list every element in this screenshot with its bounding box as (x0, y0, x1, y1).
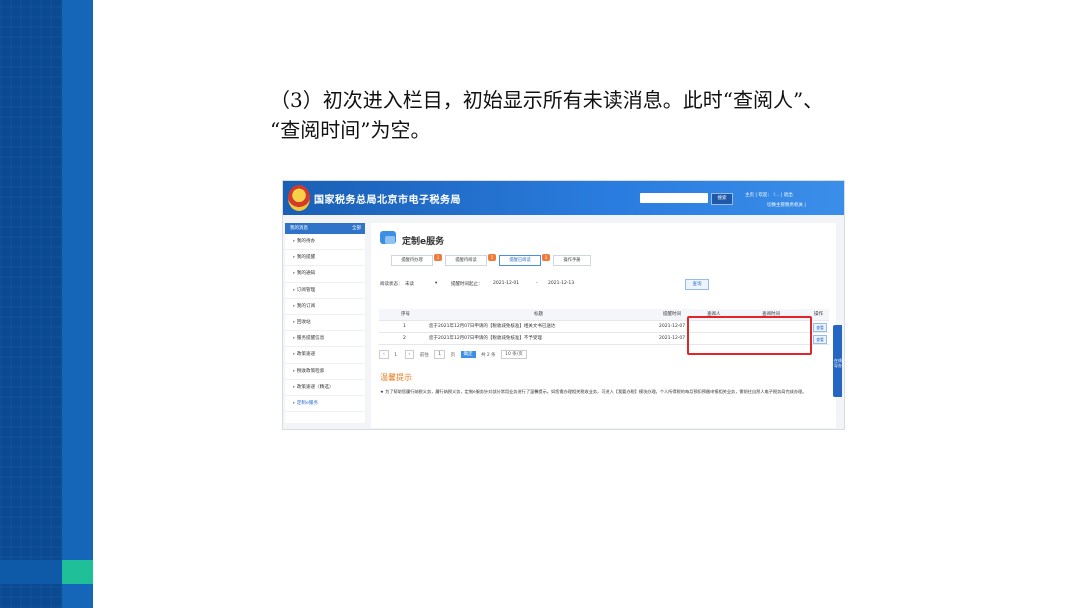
tips-text: ★ 为了帮助您履行纳税义务，履行纳税义务，定制e服务针对部分常用业务进行了温馨提… (380, 389, 807, 394)
goto-confirm-button[interactable]: 确定 (460, 351, 476, 358)
top-links[interactable]: 主页 | 欢迎： !... | 退出 (745, 192, 793, 198)
read-status-label: 阅读状态： (380, 282, 403, 287)
view-button[interactable]: 查看 (813, 323, 827, 332)
service-title: 定制e服务 (402, 237, 445, 247)
sidebar-item[interactable]: 我的通知 (285, 266, 365, 283)
current-page[interactable]: 1 (394, 353, 397, 358)
sidebar-item-active[interactable]: 定制e服务 (285, 396, 365, 413)
total-count: 共 2 条 (480, 353, 496, 358)
tab-manual[interactable]: 操作手册 (553, 255, 591, 266)
cell-title[interactable]: 您于2021年12月07日申请的【税收减免核准】不予受理 (429, 333, 654, 344)
highlight-box (687, 316, 812, 355)
cell-no: 2 (403, 336, 406, 341)
tax-emblem-icon (288, 185, 310, 211)
sidebar-header: 我的消息 全部 (285, 223, 365, 234)
app-screenshot: 国家税务总局北京市电子税务局 搜索 主页 | 欢迎： !... | 退出 切换主… (282, 180, 845, 430)
online-guide-label[interactable]: 在线导办 (834, 358, 842, 368)
date-from-input[interactable]: 2021-12-01 (493, 281, 519, 286)
query-button[interactable]: 查询 (685, 279, 709, 290)
sidebar-header-label: 我的消息 (290, 226, 308, 231)
headline-line-1: （3）初次进入栏目，初始显示所有未读消息。此时“查阅人”、 (270, 88, 824, 112)
tab-read[interactable]: 提醒已阅读 (499, 255, 541, 266)
sidebar-item[interactable]: 税收政策检索 (285, 364, 365, 380)
decor-band-light (62, 0, 93, 608)
tab-badge: 1 (542, 254, 550, 261)
date-range-label: 提醒时间起止： (451, 282, 483, 287)
sidebar-item[interactable]: 我的待办 (285, 234, 365, 251)
page-size-select[interactable]: 10 条/页 (501, 350, 527, 359)
goto-page-input[interactable]: 1 (434, 350, 446, 359)
date-separator: - (536, 281, 538, 286)
tab-badge: 1 (434, 254, 442, 261)
search-button[interactable]: 搜索 (711, 193, 733, 205)
tips-title: 温馨提示 (380, 373, 412, 382)
decor-band-pattern (0, 0, 62, 608)
site-title: 国家税务总局北京市电子税务局 (314, 195, 461, 206)
col-title: 标题 (534, 312, 543, 317)
cell-time: 2021-12-07 (659, 324, 686, 329)
col-no: 序号 (401, 312, 410, 317)
decor-accent-dark (0, 560, 62, 584)
tab-pending[interactable]: 提醒待办理 (391, 255, 433, 266)
chat-bubble-icon-inner (385, 236, 395, 244)
sidebar-item[interactable]: 回收站 (285, 315, 365, 332)
sidebar-item[interactable]: 政策速递 (285, 347, 365, 364)
cell-title[interactable]: 您于2021年12月07日申请的【税收减免核准】相关文书已送达 (429, 321, 654, 332)
goto-label: 前往 (419, 353, 429, 358)
tab-badge: 1 (488, 254, 496, 261)
chevron-down-icon[interactable]: ▾ (435, 281, 437, 286)
sidebar-item[interactable]: 订阅管理 (285, 283, 365, 299)
sidebar-item[interactable]: 政策速递（精选） (285, 380, 365, 396)
col-remind-time: 提醒时间 (663, 312, 681, 317)
sidebar-item[interactable]: 服务提醒信息 (285, 331, 365, 348)
pagination: ‹ 1 › 前往 1 页 确定 共 2 条 10 条/页 (379, 350, 531, 359)
date-to-input[interactable]: 2021-12-13 (548, 281, 574, 286)
cell-no: 1 (403, 324, 406, 329)
sidebar-all-link[interactable]: 全部 (352, 223, 361, 234)
read-status-select[interactable]: 未读 (405, 281, 414, 287)
sidebar-item[interactable]: 我的提醒 (285, 250, 365, 267)
view-button[interactable]: 查看 (813, 335, 827, 344)
sidebar: 我的消息 全部 我的待办 我的提醒 我的通知 订阅管理 我的订阅 回收站 服务提… (285, 223, 365, 423)
headline-line-2: “查阅时间”为空。 (270, 118, 431, 142)
next-page-button[interactable]: › (404, 350, 415, 359)
app-header: 国家税务总局北京市电子税务局 搜索 主页 | 欢迎： !... | 退出 切换主… (283, 181, 844, 215)
decor-accent-cyan (62, 560, 93, 584)
sidebar-item[interactable]: 我的订阅 (285, 299, 365, 315)
tab-unread[interactable]: 提醒待阅读 (445, 255, 487, 266)
cell-time: 2021-12-07 (659, 336, 686, 341)
search-input[interactable] (640, 193, 708, 203)
switch-office-link[interactable]: 切换主管税务机关 | (767, 202, 806, 208)
col-action: 操作 (814, 312, 823, 317)
page-unit: 页 (450, 353, 456, 358)
slide-headline: （3）初次进入栏目，初始显示所有未读消息。此时“查阅人”、 “查阅时间”为空。 (270, 85, 890, 145)
prev-page-button[interactable]: ‹ (379, 350, 389, 359)
